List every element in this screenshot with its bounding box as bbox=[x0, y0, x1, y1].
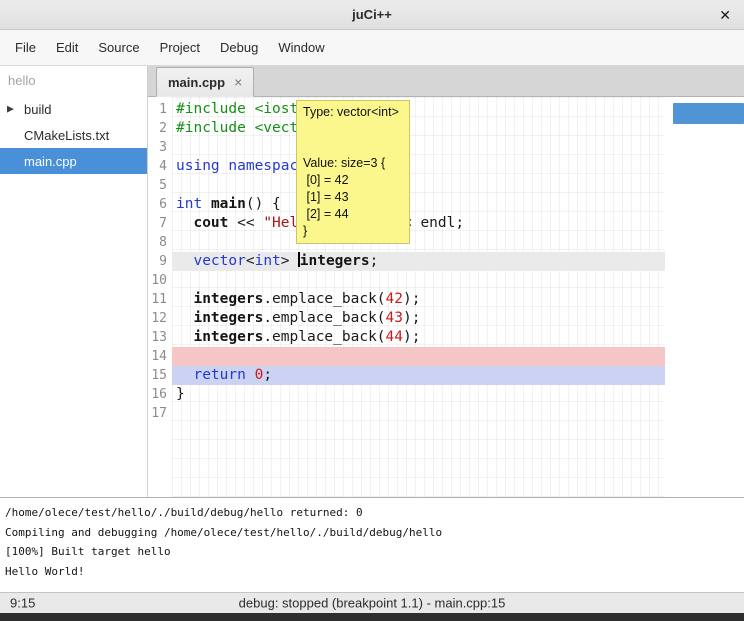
tooltip-line: [1] = 43 bbox=[303, 189, 403, 206]
menu-edit[interactable]: Edit bbox=[46, 30, 88, 65]
code-lines: 1#include <iostream>2#include <vector>34… bbox=[148, 97, 744, 423]
tab-label: main.cpp bbox=[168, 75, 225, 90]
tooltip-line: [0] = 42 bbox=[303, 172, 403, 189]
file-tree: ▶ build CMakeLists.txt main.cpp bbox=[0, 96, 147, 174]
tooltip-line: Value: size=3 { bbox=[303, 155, 403, 172]
menu-debug[interactable]: Debug bbox=[210, 30, 268, 65]
line-number: 16 bbox=[148, 385, 172, 404]
tab-main-cpp[interactable]: main.cpp × bbox=[156, 67, 254, 97]
output-line: Hello World! bbox=[5, 562, 739, 582]
code-line-12: 12 integers.emplace_back(43); bbox=[148, 309, 744, 328]
code-line-14: 14 bbox=[148, 347, 744, 366]
code-text[interactable]: int main() { bbox=[172, 195, 665, 214]
line-number: 7 bbox=[148, 214, 172, 233]
line-number: 2 bbox=[148, 119, 172, 138]
line-number: 9 bbox=[148, 252, 172, 271]
line-number: 8 bbox=[148, 233, 172, 252]
code-text[interactable] bbox=[172, 138, 665, 157]
title-bar: juCi++ ✕ bbox=[0, 0, 744, 30]
code-text[interactable] bbox=[172, 347, 665, 366]
tooltip-line: } bbox=[303, 223, 403, 240]
code-line-2: 2#include <vector> bbox=[148, 119, 744, 138]
code-text[interactable]: integers.emplace_back(43); bbox=[172, 309, 665, 328]
code-line-11: 11 integers.emplace_back(42); bbox=[148, 290, 744, 309]
code-line-7: 7 cout << "Hello World!" << endl; bbox=[148, 214, 744, 233]
line-number: 11 bbox=[148, 290, 172, 309]
window-edge bbox=[0, 613, 744, 621]
code-text[interactable]: integers.emplace_back(42); bbox=[172, 290, 665, 309]
code-text[interactable] bbox=[172, 176, 665, 195]
line-number: 4 bbox=[148, 157, 172, 176]
line-number: 1 bbox=[148, 100, 172, 119]
expander-icon[interactable]: ▶ bbox=[7, 104, 14, 115]
output-lines: /home/olece/test/hello/./build/debug/hel… bbox=[5, 503, 739, 581]
code-line-4: 4using namespace std; bbox=[148, 157, 744, 176]
output-line: Compiling and debugging /home/olece/test… bbox=[5, 523, 739, 543]
code-line-10: 10 bbox=[148, 271, 744, 290]
line-number: 5 bbox=[148, 176, 172, 195]
code-text[interactable]: return 0; bbox=[172, 366, 665, 385]
menu-window[interactable]: Window bbox=[268, 30, 334, 65]
sidebar: hello ▶ build CMakeLists.txt main.cpp bbox=[0, 66, 148, 497]
line-number: 17 bbox=[148, 404, 172, 423]
code-line-5: 5 bbox=[148, 176, 744, 195]
line-number: 13 bbox=[148, 328, 172, 347]
scrollbar-thumb[interactable] bbox=[673, 103, 744, 124]
code-editor[interactable]: 1#include <iostream>2#include <vector>34… bbox=[148, 97, 744, 497]
tree-item-build[interactable]: ▶ build bbox=[0, 96, 147, 122]
code-text[interactable]: using namespace std; bbox=[172, 157, 665, 176]
window-title: juCi++ bbox=[352, 7, 392, 22]
tooltip-line bbox=[303, 138, 403, 155]
tab-bar: main.cpp × bbox=[148, 66, 744, 97]
line-number: 10 bbox=[148, 271, 172, 290]
close-icon[interactable]: ✕ bbox=[719, 7, 731, 23]
tree-item-label: main.cpp bbox=[24, 154, 77, 169]
code-text[interactable]: cout << "Hello World!" << endl; bbox=[172, 214, 665, 233]
tree-item-label: CMakeLists.txt bbox=[24, 128, 109, 143]
code-text[interactable]: #include <vector> bbox=[172, 119, 665, 138]
project-name: hello bbox=[0, 69, 147, 96]
line-number: 3 bbox=[148, 138, 172, 157]
code-line-3: 3 bbox=[148, 138, 744, 157]
juci-window: juCi++ ✕ FileEditSourceProjectDebugWindo… bbox=[0, 0, 744, 621]
code-line-1: 1#include <iostream> bbox=[148, 100, 744, 119]
code-text[interactable]: #include <iostream> bbox=[172, 100, 665, 119]
code-text[interactable] bbox=[172, 271, 665, 290]
menu-source[interactable]: Source bbox=[88, 30, 149, 65]
code-line-16: 16} bbox=[148, 385, 744, 404]
code-line-8: 8 bbox=[148, 233, 744, 252]
output-line: [100%] Built target hello bbox=[5, 542, 739, 562]
code-line-6: 6int main() { bbox=[148, 195, 744, 214]
menu-bar: FileEditSourceProjectDebugWindow bbox=[0, 30, 744, 66]
code-text[interactable] bbox=[172, 233, 665, 252]
debug-status: debug: stopped (breakpoint 1.1) - main.c… bbox=[239, 596, 506, 611]
code-line-9: 9 vector<int> integers; bbox=[148, 252, 744, 271]
line-number: 15 bbox=[148, 366, 172, 385]
output-line: /home/olece/test/hello/./build/debug/hel… bbox=[5, 503, 739, 523]
code-line-17: 17 bbox=[148, 404, 744, 423]
menu-project[interactable]: Project bbox=[150, 30, 210, 65]
tooltip-line: [2] = 44 bbox=[303, 206, 403, 223]
code-text[interactable]: integers.emplace_back(44); bbox=[172, 328, 665, 347]
tree-item-label: build bbox=[24, 102, 51, 117]
line-number: 6 bbox=[148, 195, 172, 214]
output-panel[interactable]: /home/olece/test/hello/./build/debug/hel… bbox=[0, 497, 744, 592]
code-text[interactable]: vector<int> integers; bbox=[172, 252, 665, 271]
tab-close-icon[interactable]: × bbox=[234, 74, 242, 90]
tree-item-main-cpp[interactable]: main.cpp bbox=[0, 148, 147, 174]
code-text[interactable]: } bbox=[172, 385, 665, 404]
tooltip-line bbox=[303, 121, 403, 138]
menu-file[interactable]: File bbox=[5, 30, 46, 65]
status-bar: 9:15 debug: stopped (breakpoint 1.1) - m… bbox=[0, 592, 744, 613]
code-text[interactable] bbox=[172, 404, 665, 423]
code-line-15: 15 return 0; bbox=[148, 366, 744, 385]
code-line-13: 13 integers.emplace_back(44); bbox=[148, 328, 744, 347]
tree-item-cmakelists-txt[interactable]: CMakeLists.txt bbox=[0, 122, 147, 148]
editor-pane: main.cpp × 1#include <iostream>2#include … bbox=[148, 66, 744, 497]
line-number: 14 bbox=[148, 347, 172, 366]
tooltip-line: Type: vector<int> bbox=[303, 104, 403, 121]
cursor-position: 9:15 bbox=[10, 596, 35, 611]
line-number: 12 bbox=[148, 309, 172, 328]
debug-tooltip: Type: vector<int> Value: size=3 { [0] = … bbox=[296, 100, 410, 244]
